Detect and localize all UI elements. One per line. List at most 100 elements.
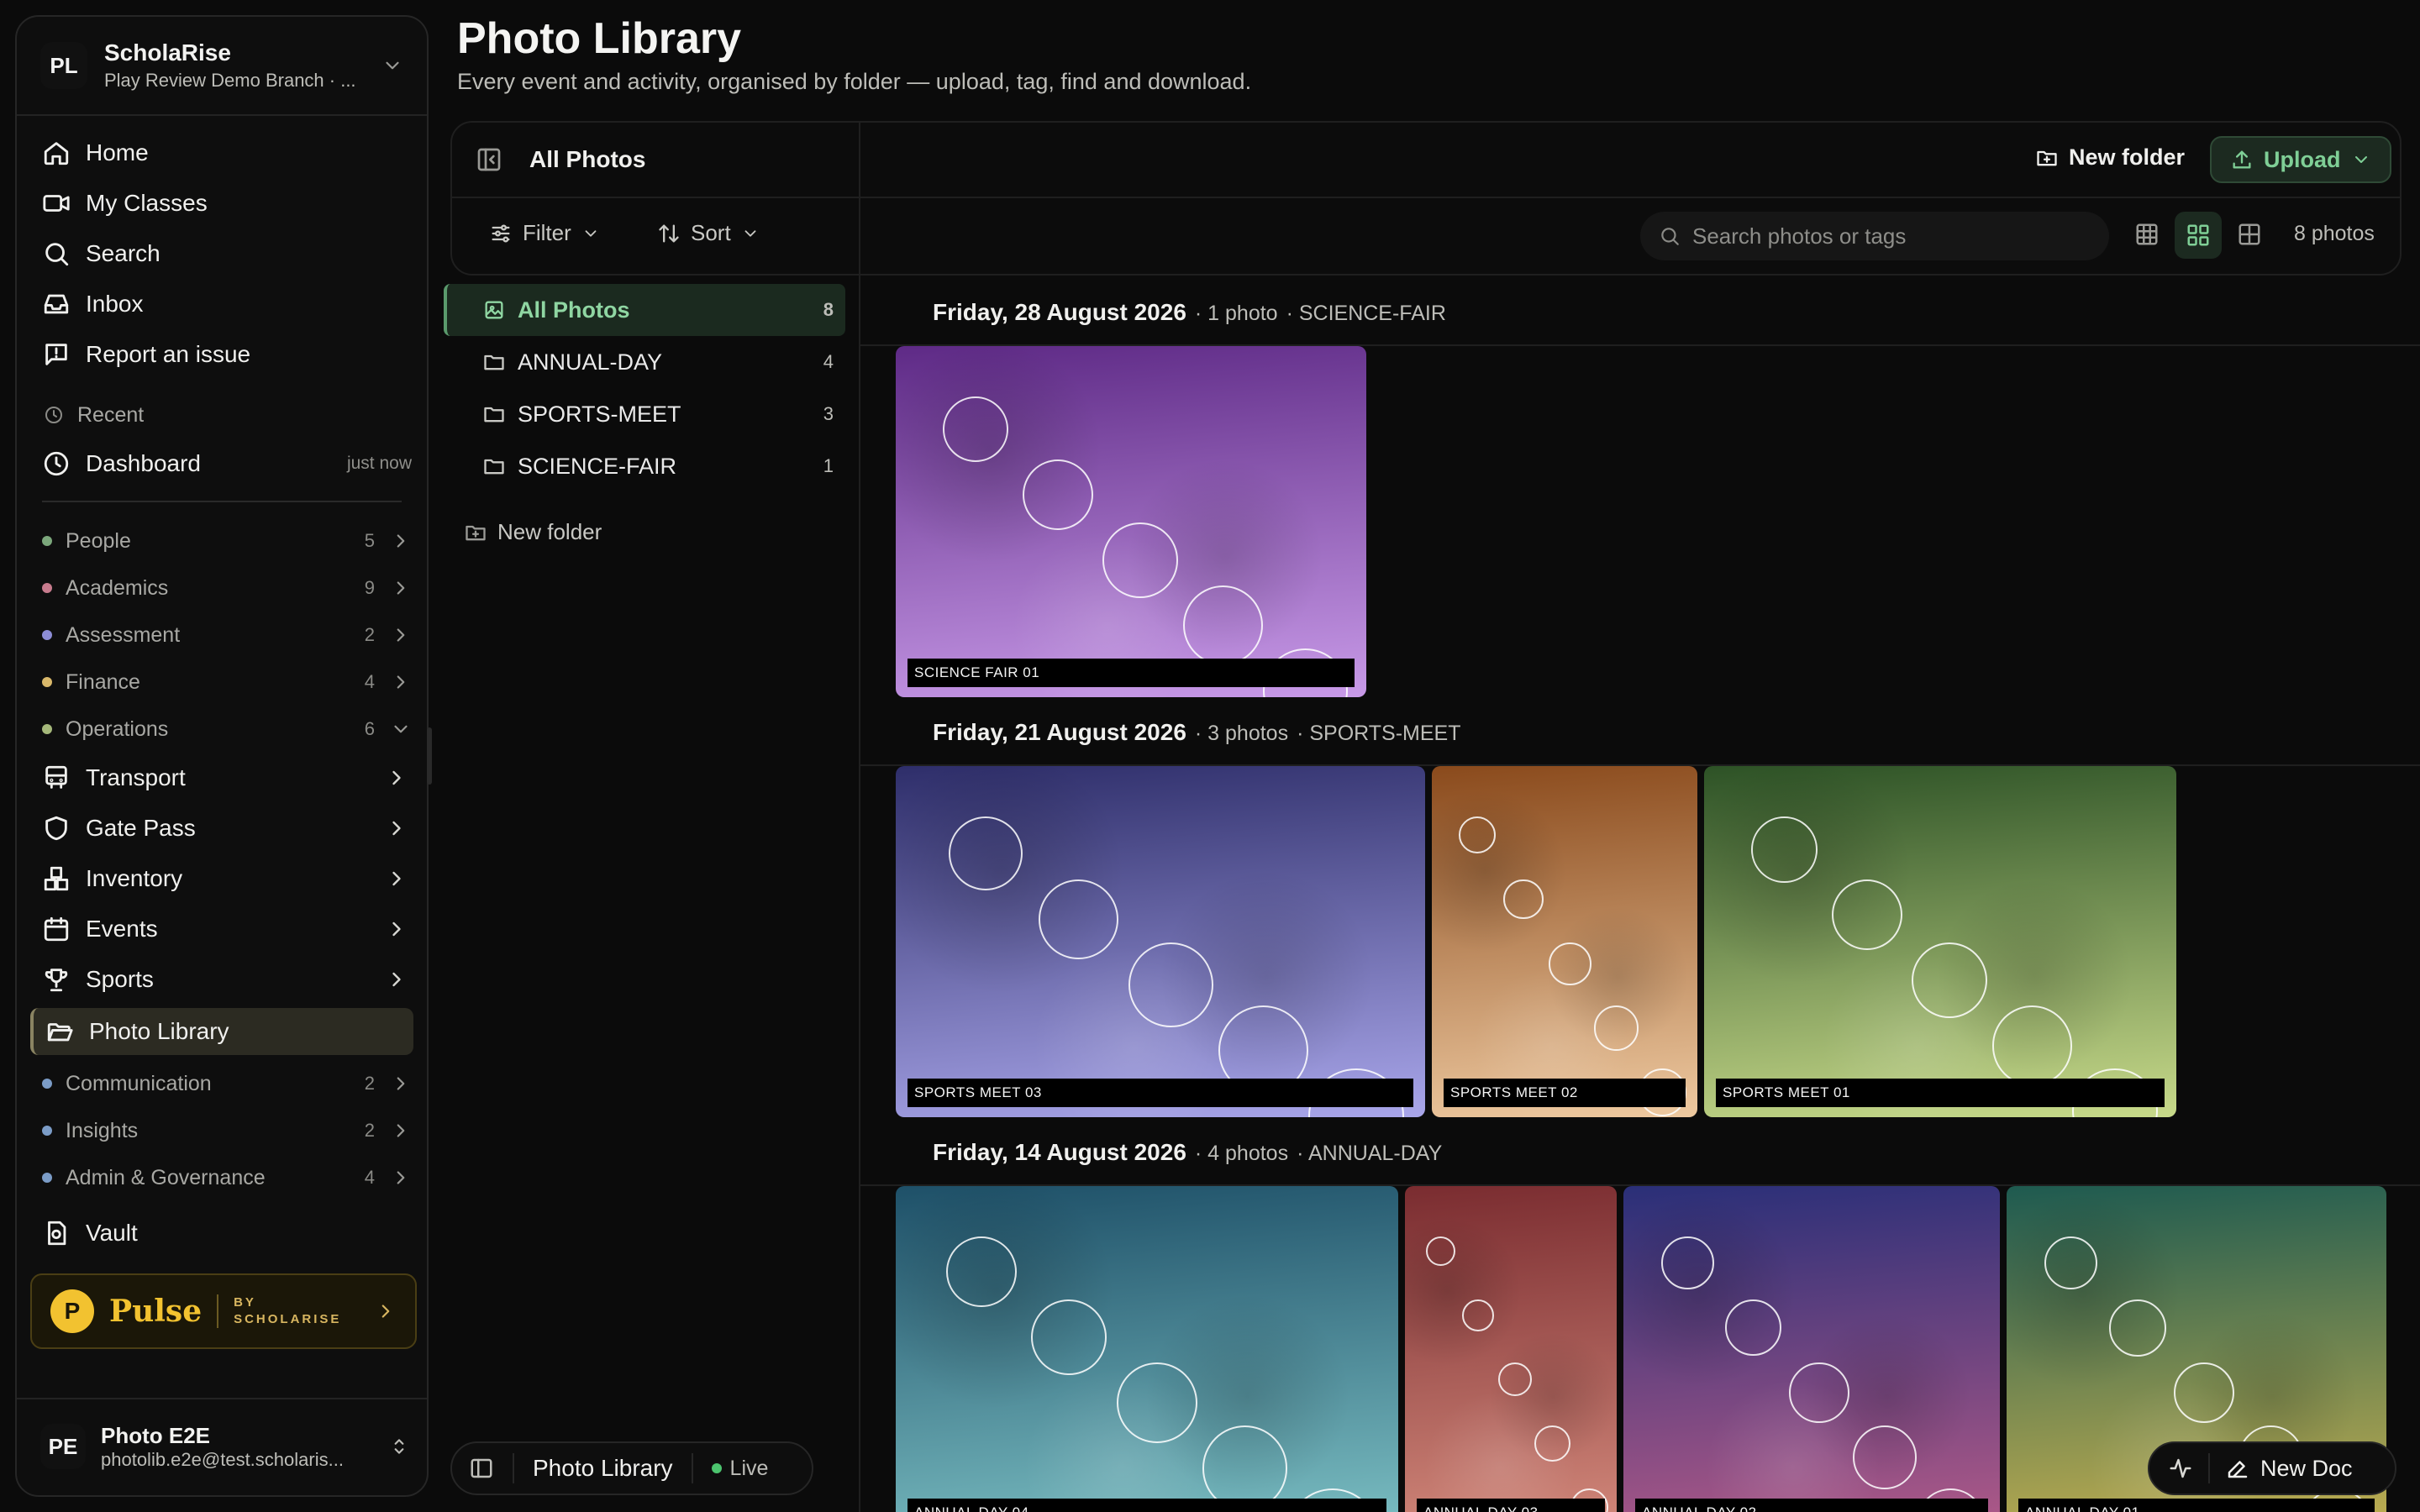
nav-my-classes[interactable]: My Classes xyxy=(17,178,427,228)
photo-caption: SCIENCE FAIR 01 xyxy=(908,659,1355,687)
section-tag: · SPORTS-MEET xyxy=(1297,722,1461,745)
filter-button[interactable]: Filter xyxy=(489,220,600,246)
new-folder-button[interactable]: New folder xyxy=(2035,144,2185,171)
nav-inventory[interactable]: Inventory xyxy=(17,853,427,904)
nav-group-insights[interactable]: Insights 2 xyxy=(17,1107,427,1154)
nav-group-assessment[interactable]: Assessment 2 xyxy=(17,612,427,659)
grid-large-icon[interactable] xyxy=(2237,222,2262,247)
decor-circle xyxy=(1534,1425,1570,1462)
activity-icon[interactable] xyxy=(2168,1456,2193,1481)
pulse-card[interactable]: P Pulse BY SCHOLARISE xyxy=(30,1273,417,1349)
photo-tile[interactable]: ANNUAL DAY 04 xyxy=(896,1186,1398,1512)
sort-button[interactable]: Sort xyxy=(657,220,760,246)
nav-events[interactable]: Events xyxy=(17,904,427,954)
photo-tile[interactable]: ANNUAL DAY 03 xyxy=(1405,1186,1617,1512)
grid-medium-icon xyxy=(2187,224,2209,246)
nav-label: Inventory xyxy=(86,865,183,891)
photo-tile[interactable]: SCIENCE FAIR 01 xyxy=(896,346,1366,697)
upload-icon xyxy=(2233,150,2251,169)
chevron-right-icon xyxy=(392,972,401,987)
nav-inbox-label: Inbox xyxy=(86,291,144,317)
user-menu[interactable]: PE Photo E2E photolib.e2e@test.scholaris… xyxy=(40,1421,410,1472)
grid-medium-button[interactable] xyxy=(2175,212,2222,259)
nav-group-operations[interactable]: Operations 6 xyxy=(17,706,427,753)
nav-photo-library-label: Photo Library xyxy=(89,1018,229,1044)
photo-tile[interactable]: SPORTS MEET 01 xyxy=(1704,766,2176,1117)
photo-caption: SPORTS MEET 01 xyxy=(1716,1079,2165,1107)
folder-open-icon xyxy=(47,1023,73,1042)
page-title: Photo Library xyxy=(457,14,742,63)
nav-group-people[interactable]: People 5 xyxy=(17,517,427,564)
photo-texture xyxy=(1623,1186,2000,1512)
photo-tile[interactable]: ANNUAL DAY 02 xyxy=(1623,1186,2000,1512)
nav-label: Transport xyxy=(86,764,186,790)
group-count: 4 xyxy=(364,671,375,692)
grid-small-icon[interactable] xyxy=(2134,222,2160,247)
photo-tile[interactable]: SPORTS MEET 03 xyxy=(896,766,1425,1117)
report-icon xyxy=(45,344,67,365)
section-count: · 1 photo xyxy=(1194,302,1278,325)
chevron-down-icon[interactable] xyxy=(381,55,403,76)
section-tag: · SCIENCE-FAIR xyxy=(1286,302,1446,325)
search-icon xyxy=(1661,228,1679,245)
nav-group-admin-governance[interactable]: Admin & Governance 4 xyxy=(17,1154,427,1201)
collapse-panel-icon[interactable] xyxy=(476,146,502,173)
divider xyxy=(17,1398,427,1399)
photo-tile[interactable]: SPORTS MEET 02 xyxy=(1432,766,1697,1117)
nav-photo-library[interactable]: Photo Library xyxy=(30,1008,413,1055)
sidebar-toggle-icon[interactable] xyxy=(469,1456,494,1481)
group-label: People xyxy=(66,528,131,553)
pulse-name: Pulse xyxy=(109,1294,203,1329)
decor-circle xyxy=(1724,1299,1782,1357)
decor-circle xyxy=(1102,522,1178,598)
nav-group-communication[interactable]: Communication 2 xyxy=(17,1060,427,1107)
search-placeholder: Search photos or tags xyxy=(1692,223,1907,249)
folder-annual-day[interactable]: ANNUAL-DAY 4 xyxy=(444,336,845,388)
nav-group-academics[interactable]: Academics 9 xyxy=(17,564,427,612)
nav-vault[interactable]: Vault xyxy=(17,1208,427,1258)
photo-caption: ANNUAL DAY 04 xyxy=(908,1499,1386,1512)
images-icon xyxy=(485,301,503,319)
nav-report-issue[interactable]: Report an issue xyxy=(17,329,427,380)
recent-item-label: Dashboard xyxy=(86,450,201,476)
folder-list: All Photos 8 ANNUAL-DAY 4 SPORTS-MEET 3 SCIENC… xyxy=(444,284,845,492)
recent-dashboard[interactable]: Dashboard just now xyxy=(17,438,427,489)
nav-search[interactable]: Search xyxy=(17,228,427,279)
upload-button[interactable]: Upload xyxy=(2210,136,2391,183)
recent-item-time: just now xyxy=(346,454,412,473)
nav-home[interactable]: Home xyxy=(17,128,427,178)
group-label: Assessment xyxy=(66,622,181,647)
nav-transport[interactable]: Transport xyxy=(17,753,427,803)
section-date: Friday, 21 August 2026 xyxy=(933,719,1186,745)
pulse-brand: SCHOLARISE xyxy=(234,1312,342,1326)
decor-circle xyxy=(1831,879,1903,951)
divider xyxy=(452,197,2400,198)
decor-circle xyxy=(1912,942,1988,1018)
new-doc-button[interactable]: New Doc xyxy=(2225,1456,2353,1482)
nav-group-finance[interactable]: Finance 4 xyxy=(17,659,427,706)
folder-science-fair[interactable]: SCIENCE-FAIR 1 xyxy=(444,440,845,492)
org-avatar: PL xyxy=(40,42,87,89)
sidebar-resize-handle[interactable] xyxy=(427,727,432,785)
new-folder-label: New folder xyxy=(2069,144,2186,170)
group-count: 2 xyxy=(364,1073,375,1094)
page-subtitle: Every event and activity, organised by f… xyxy=(457,69,1252,94)
library-toolbar: All Photos New folder Upload Filter Sort… xyxy=(450,121,2402,276)
nav-gate-pass[interactable]: Gate Pass xyxy=(17,803,427,853)
folder-all-photos[interactable]: All Photos 8 xyxy=(444,284,845,336)
chevron-right-icon xyxy=(392,871,401,886)
divider xyxy=(513,1453,514,1483)
chevron-down-icon xyxy=(2354,156,2367,163)
sort-label: Sort xyxy=(691,220,731,245)
group-label: Finance xyxy=(66,669,140,694)
folder-count: 3 xyxy=(823,403,834,424)
decor-circle xyxy=(1117,1362,1197,1443)
nav-sports[interactable]: Sports xyxy=(17,954,427,1005)
nav-inbox[interactable]: Inbox xyxy=(17,279,427,329)
group-dot xyxy=(42,1126,52,1136)
chevron-right-icon xyxy=(397,534,405,548)
new-folder-link[interactable]: New folder xyxy=(464,519,602,545)
search-input[interactable]: Search photos or tags xyxy=(1640,212,2109,260)
folder-sports-meet[interactable]: SPORTS-MEET 3 xyxy=(444,388,845,440)
org-switcher[interactable]: PL ScholaRise Play Review Demo Branch · … xyxy=(17,17,427,116)
